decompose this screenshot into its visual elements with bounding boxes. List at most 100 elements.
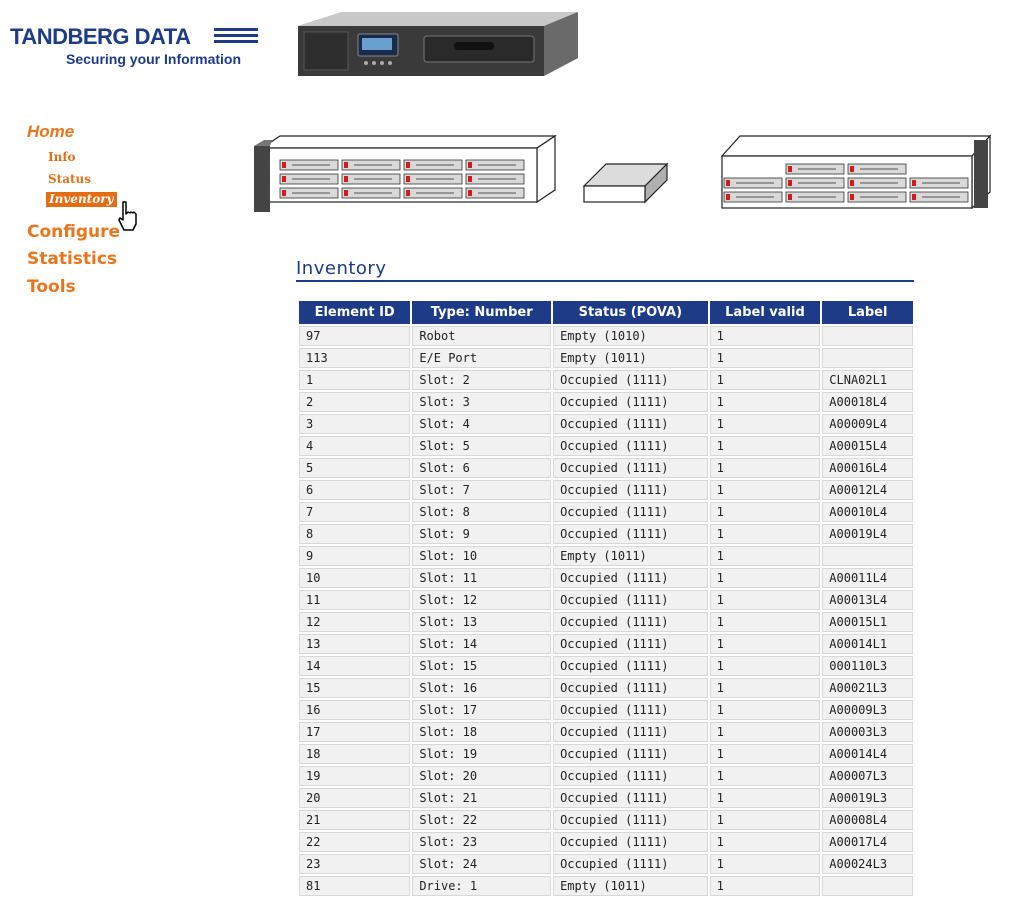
cell-label-valid: 1: [709, 810, 821, 830]
cell-label-valid: 1: [709, 876, 821, 896]
cell-status: Occupied (1111): [553, 722, 708, 742]
right-magazine-icon: [720, 134, 992, 210]
table-row: 8 Slot: 9 Occupied (1111) 1 A00019L4: [299, 524, 913, 544]
table-row: 9 Slot: 10 Empty (1011) 1: [299, 546, 913, 566]
cell-label-valid: 1: [709, 414, 821, 434]
cell-element-id: 3: [299, 414, 411, 434]
cell-label-valid: 1: [709, 612, 821, 632]
table-row: 19 Slot: 20 Occupied (1111) 1 A00007L3: [299, 766, 913, 786]
column-header: Label: [822, 301, 913, 324]
column-header: Label valid: [709, 301, 821, 324]
cell-label: A00013L4: [822, 590, 913, 610]
nav-inventory[interactable]: Inventory: [46, 192, 117, 207]
cell-element-id: 11: [299, 590, 411, 610]
cell-element-id: 21: [299, 810, 411, 830]
cell-label: A00011L4: [822, 568, 913, 588]
cell-status: Occupied (1111): [553, 480, 708, 500]
cell-label-valid: 1: [709, 348, 821, 368]
nav-statistics[interactable]: Statistics: [27, 249, 117, 269]
cell-status: Occupied (1111): [553, 854, 708, 874]
cell-element-id: 20: [299, 788, 411, 808]
cell-label-valid: 1: [709, 722, 821, 742]
cell-status: Occupied (1111): [553, 414, 708, 434]
cell-label: A00009L4: [822, 414, 913, 434]
nav-status[interactable]: Status: [48, 172, 91, 186]
nav-home[interactable]: Home: [27, 122, 74, 142]
cell-element-id: 6: [299, 480, 411, 500]
cell-type-number: Slot: 14: [412, 634, 552, 654]
cell-type-number: Slot: 23: [412, 832, 552, 852]
cell-status: Occupied (1111): [553, 612, 708, 632]
tape-drive-icon: [582, 162, 669, 204]
cell-type-number: Slot: 20: [412, 766, 552, 786]
cell-element-id: 4: [299, 436, 411, 456]
cell-type-number: Slot: 3: [412, 392, 552, 412]
cell-type-number: Slot: 8: [412, 502, 552, 522]
cell-label-valid: 1: [709, 568, 821, 588]
cell-label-valid: 1: [709, 392, 821, 412]
cell-type-number: Slot: 9: [412, 524, 552, 544]
cell-type-number: Slot: 15: [412, 656, 552, 676]
cell-label: CLNA02L1: [822, 370, 913, 390]
cell-type-number: Slot: 10: [412, 546, 552, 566]
cell-element-id: 8: [299, 524, 411, 544]
table-row: 2 Slot: 3 Occupied (1111) 1 A00018L4: [299, 392, 913, 412]
cell-type-number: Slot: 18: [412, 722, 552, 742]
cell-label: A00015L4: [822, 436, 913, 456]
cell-label: A00010L4: [822, 502, 913, 522]
cell-label-valid: 1: [709, 524, 821, 544]
table-row: 10 Slot: 11 Occupied (1111) 1 A00011L4: [299, 568, 913, 588]
cell-status: Occupied (1111): [553, 370, 708, 390]
cell-element-id: 113: [299, 348, 411, 368]
table-row: 81 Drive: 1 Empty (1011) 1: [299, 876, 913, 896]
cell-element-id: 81: [299, 876, 411, 896]
brand-tagline: Securing your Information: [66, 51, 242, 67]
cell-status: Occupied (1111): [553, 744, 708, 764]
left-magazine-icon: [254, 134, 557, 212]
cell-label: A00009L3: [822, 700, 913, 720]
cell-element-id: 22: [299, 832, 411, 852]
cell-status: Occupied (1111): [553, 678, 708, 698]
cell-label: A00021L3: [822, 678, 913, 698]
table-body: 97 Robot Empty (1010) 1 113 E/E Port Empty (10…: [299, 326, 913, 896]
cell-label-valid: 1: [709, 590, 821, 610]
cell-label: A00019L3: [822, 788, 913, 808]
table-row: 20 Slot: 21 Occupied (1111) 1 A00019L3: [299, 788, 913, 808]
cell-label: A00019L4: [822, 524, 913, 544]
cell-label: A00015L1: [822, 612, 913, 632]
cell-label-valid: 1: [709, 370, 821, 390]
cell-label-valid: 1: [709, 788, 821, 808]
table-row: 97 Robot Empty (1010) 1: [299, 326, 913, 346]
cell-label: A00024L3: [822, 854, 913, 874]
cell-label-valid: 1: [709, 678, 821, 698]
cell-label-valid: 1: [709, 326, 821, 346]
cell-label: A00016L4: [822, 458, 913, 478]
nav-info[interactable]: Info: [48, 150, 76, 164]
cell-status: Empty (1011): [553, 348, 708, 368]
nav-configure[interactable]: Configure: [27, 222, 120, 242]
cell-status: Occupied (1111): [553, 810, 708, 830]
table-row: 11 Slot: 12 Occupied (1111) 1 A00013L4: [299, 590, 913, 610]
table-row: 6 Slot: 7 Occupied (1111) 1 A00012L4: [299, 480, 913, 500]
cell-label-valid: 1: [709, 502, 821, 522]
brand-logo: TANDBERG DATA Securing your Information: [10, 24, 260, 72]
cell-label: A00017L4: [822, 832, 913, 852]
cell-type-number: Robot: [412, 326, 552, 346]
nav-tools[interactable]: Tools: [27, 277, 76, 297]
cell-status: Occupied (1111): [553, 788, 708, 808]
cell-status: Occupied (1111): [553, 524, 708, 544]
cell-type-number: Slot: 22: [412, 810, 552, 830]
inventory-table: Element ID Type: Number Status (POVA) La…: [297, 299, 915, 898]
table-header-row: Element ID Type: Number Status (POVA) La…: [299, 301, 913, 324]
cell-type-number: Slot: 12: [412, 590, 552, 610]
cell-label: 000110L3: [822, 656, 913, 676]
table-row: 21 Slot: 22 Occupied (1111) 1 A00008L4: [299, 810, 913, 830]
cell-element-id: 14: [299, 656, 411, 676]
cell-element-id: 7: [299, 502, 411, 522]
cell-element-id: 12: [299, 612, 411, 632]
cell-label-valid: 1: [709, 656, 821, 676]
cell-status: Occupied (1111): [553, 392, 708, 412]
cell-label-valid: 1: [709, 766, 821, 786]
cell-label: A00008L4: [822, 810, 913, 830]
cell-status: Occupied (1111): [553, 502, 708, 522]
